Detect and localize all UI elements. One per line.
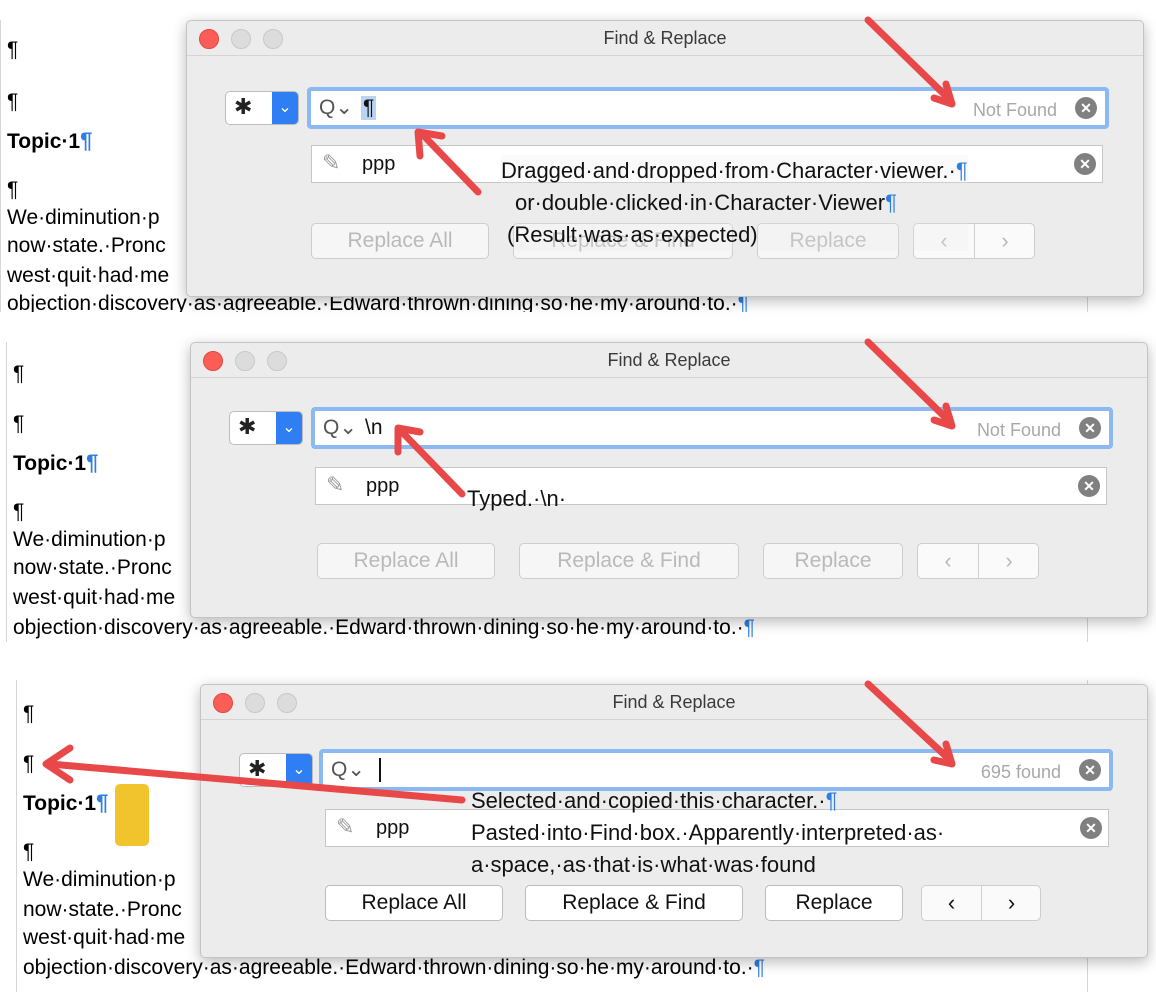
find-replace-window-1: Find & Replace ✱ ⌄ Q⌄ ¶ Not Found ✕ ✎ pp… xyxy=(186,20,1144,297)
magnifier-icon: Q⌄ xyxy=(331,758,365,781)
gear-icon: ✱ xyxy=(234,94,253,119)
zoom-window-button[interactable] xyxy=(263,29,283,49)
find-navigation: ‹ › xyxy=(921,885,1041,921)
replace-field[interactable]: ✎ ppp ✕ xyxy=(315,467,1107,505)
close-window-button[interactable] xyxy=(203,351,223,371)
clear-x-icon[interactable]: ✕ xyxy=(1075,97,1097,119)
window-title: Find & Replace xyxy=(187,21,1143,56)
replace-value: ppp xyxy=(376,817,410,839)
text-cursor xyxy=(379,758,381,782)
document-text-line: We·diminution·p xyxy=(13,528,166,551)
close-window-button[interactable] xyxy=(213,693,233,713)
find-status: 695 found xyxy=(980,762,1061,782)
pilcrow-line: ¶ xyxy=(13,500,25,523)
pilcrow-line: ¶ xyxy=(7,178,19,201)
replace-button[interactable]: Replace xyxy=(763,543,903,579)
find-navigation: ‹ › xyxy=(917,543,1039,579)
window-title: Find & Replace xyxy=(191,343,1147,378)
minimize-window-button[interactable] xyxy=(235,351,255,371)
document-heading: Topic·1¶ xyxy=(7,128,93,153)
document-text-line: We·diminution·p xyxy=(23,868,176,891)
chevron-down-icon: ⌄ xyxy=(276,412,302,444)
replace-value: ppp xyxy=(362,153,396,175)
replace-find-button[interactable]: Replace & Find xyxy=(519,543,739,579)
pilcrow-line: ¶ xyxy=(13,362,25,385)
document-text-line: now·state.·Pronc xyxy=(7,234,166,257)
document-text-line: west·quit·had·me xyxy=(23,926,186,949)
close-window-button[interactable] xyxy=(199,29,219,49)
pilcrow-line: ¶ xyxy=(7,38,19,61)
document-heading: Topic·1¶ xyxy=(23,790,109,815)
replace-all-button[interactable]: Replace All xyxy=(317,543,495,579)
chevron-right-icon[interactable]: › xyxy=(974,224,1035,258)
find-field[interactable]: Q⌄ \n Not Found ✕ xyxy=(311,407,1113,449)
minimize-window-button[interactable] xyxy=(231,29,251,49)
pilcrow-line: ¶ xyxy=(7,90,19,113)
chevron-right-icon[interactable]: › xyxy=(978,544,1039,578)
replace-value: ppp xyxy=(366,475,400,497)
chevron-right-icon[interactable]: › xyxy=(981,886,1041,920)
magnifier-icon: Q⌄ xyxy=(319,96,353,119)
find-field[interactable]: Q⌄ ¶ Not Found ✕ xyxy=(307,87,1109,129)
replace-button[interactable]: Replace xyxy=(765,885,903,921)
clear-x-icon[interactable]: ✕ xyxy=(1079,417,1101,439)
gear-icon: ✱ xyxy=(248,756,267,781)
document-heading: Topic·1¶ xyxy=(13,450,99,475)
find-replace-window-2: Find & Replace ✱ ⌄ Q⌄ \n Not Found ✕ ✎ p… xyxy=(190,342,1148,618)
zoom-window-button[interactable] xyxy=(277,693,297,713)
document-text-line: objection·discovery·as·agreeable.·Edward… xyxy=(13,616,755,639)
pencil-icon: ✎ xyxy=(326,472,345,497)
clear-x-icon[interactable]: ✕ xyxy=(1074,153,1096,175)
pencil-icon: ✎ xyxy=(322,150,341,175)
replace-all-button[interactable]: Replace All xyxy=(311,223,489,259)
document-text-line: west·quit·had·me xyxy=(13,586,176,609)
pilcrow-line: ¶ xyxy=(23,840,35,863)
selected-character-highlight xyxy=(115,784,149,846)
clear-x-icon[interactable]: ✕ xyxy=(1079,759,1101,781)
chevron-down-icon: ⌄ xyxy=(272,92,298,124)
find-replace-window-3: Find & Replace ✱ ⌄ Q⌄ 695 found ✕ ✎ ppp … xyxy=(200,684,1148,958)
chevron-left-icon[interactable]: ‹ xyxy=(922,886,981,920)
zoom-window-button[interactable] xyxy=(267,351,287,371)
replace-all-button[interactable]: Replace All xyxy=(325,885,503,921)
magnifier-icon: Q⌄ xyxy=(323,416,357,439)
pencil-icon: ✎ xyxy=(336,814,355,839)
options-menu-button[interactable]: ✱ ⌄ xyxy=(225,91,299,125)
options-menu-button[interactable]: ✱ ⌄ xyxy=(229,411,303,445)
chevron-left-icon[interactable]: ‹ xyxy=(918,544,978,578)
options-menu-button[interactable]: ✱ ⌄ xyxy=(239,753,313,787)
clear-x-icon[interactable]: ✕ xyxy=(1080,817,1102,839)
document-text-line: objection·discovery·as·agreeable.·Edward… xyxy=(23,956,765,979)
gear-icon: ✱ xyxy=(238,414,257,439)
annotation-text: Selected·and·copied·this·character.·¶ Pa… xyxy=(471,788,945,877)
find-value: ¶ xyxy=(361,96,377,120)
document-text-line: now·state.·Pronc xyxy=(13,556,172,579)
find-status: Not Found xyxy=(976,420,1061,440)
document-text-line: west·quit·had·me xyxy=(7,264,170,287)
document-text-line: now·state.·Pronc xyxy=(23,898,182,921)
minimize-window-button[interactable] xyxy=(245,693,265,713)
pilcrow-line: ¶ xyxy=(23,702,35,725)
annotation-text: Dragged·and·dropped·from·Character·viewe… xyxy=(501,155,968,251)
clear-x-icon[interactable]: ✕ xyxy=(1078,475,1100,497)
find-status: Not Found xyxy=(972,100,1057,120)
pilcrow-line: ¶ xyxy=(13,412,25,435)
replace-find-button[interactable]: Replace & Find xyxy=(525,885,743,921)
chevron-down-icon: ⌄ xyxy=(286,754,312,786)
window-title: Find & Replace xyxy=(201,685,1147,720)
annotation-text: Typed.·\n· xyxy=(467,486,567,511)
pilcrow-line: ¶ xyxy=(23,752,35,775)
find-value: \n xyxy=(365,416,383,439)
document-text-line: We·diminution·p xyxy=(7,206,160,229)
